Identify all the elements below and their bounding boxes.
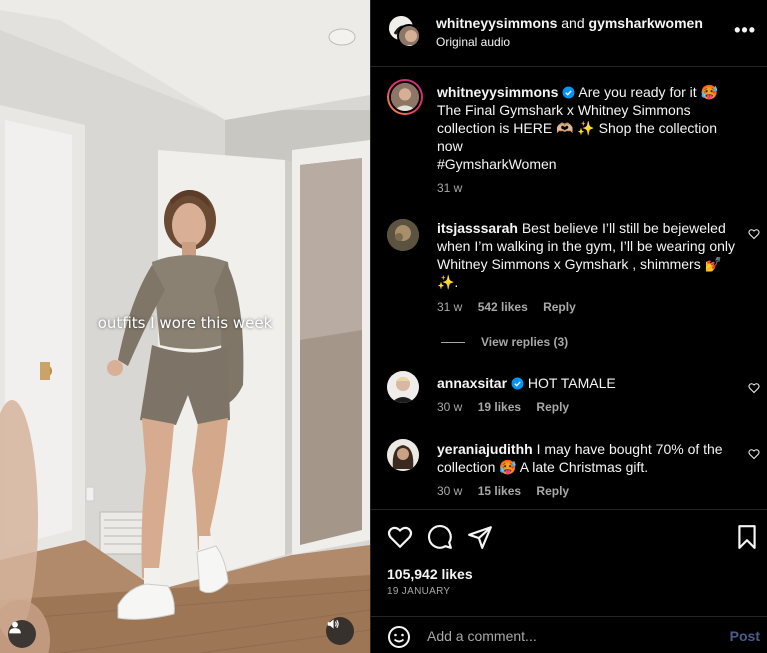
author-link[interactable]: whitneyysimmons <box>436 15 557 31</box>
comment-likes[interactable]: 542 likes <box>478 300 528 314</box>
view-replies-button[interactable]: View replies (3) <box>441 335 568 349</box>
comment-username[interactable]: yeraniajudithh <box>437 441 533 457</box>
audio-link[interactable]: Original audio <box>436 35 510 49</box>
post-actions: 105,942 likes 19 JANUARY <box>371 509 767 604</box>
reply-button[interactable]: Reply <box>543 300 576 314</box>
comment-likes[interactable]: 19 likes <box>478 400 521 414</box>
verified-badge-icon <box>511 377 524 390</box>
comment-like-heart-icon[interactable] <box>748 382 760 394</box>
like-heart-icon[interactable] <box>387 524 413 550</box>
more-options-icon[interactable]: ••• <box>734 20 756 41</box>
comment-username[interactable]: annaxsitar <box>437 375 507 391</box>
post-header: whitneyysimmons and gymsharkwomen Origin… <box>371 0 767 67</box>
comment-username[interactable]: itsjasssarah <box>437 220 518 236</box>
comment-meta: 31 w 542 likes Reply <box>437 300 588 314</box>
comment-meta: 30 w 15 likes Reply <box>437 484 581 498</box>
caption-time[interactable]: 31 w <box>437 181 462 195</box>
divider-line <box>441 341 465 343</box>
comment-avatar[interactable] <box>387 439 419 471</box>
bookmark-icon[interactable] <box>734 524 760 550</box>
video-overlay-text: outfits I wore this week <box>97 314 273 332</box>
comment-time[interactable]: 30 w <box>437 484 462 498</box>
comment-text: yeraniajudithh I may have bought 70% of … <box>437 440 737 476</box>
likes-count[interactable]: 105,942 likes <box>387 566 473 582</box>
collaborator-link[interactable]: gymsharkwomen <box>589 15 703 31</box>
emoji-icon[interactable] <box>387 625 411 649</box>
comment-bubble-icon[interactable] <box>427 524 453 550</box>
caption-meta: 31 w <box>437 181 474 195</box>
speaker-icon <box>327 619 339 629</box>
reply-button[interactable]: Reply <box>536 484 569 498</box>
verified-badge-icon <box>562 86 575 99</box>
post-date[interactable]: 19 JANUARY <box>387 586 450 597</box>
caption-avatar[interactable] <box>387 79 423 115</box>
caption-text: whitneyysimmons Are you ready for it 🥵 T… <box>437 83 737 155</box>
view-replies-label: View replies (3) <box>481 335 569 349</box>
tagged-users-button[interactable] <box>8 620 36 648</box>
comment-time[interactable]: 31 w <box>437 300 462 314</box>
comment-avatar[interactable] <box>387 371 419 403</box>
comment-like-heart-icon[interactable] <box>748 448 760 460</box>
reply-button[interactable]: Reply <box>536 400 569 414</box>
add-comment-bar: Add a comment... Post <box>371 616 767 653</box>
comment-text: itsjasssarah Best believe I’ll still be … <box>437 219 737 291</box>
comment-body: HOT TAMALE <box>527 375 616 391</box>
post-comment-button[interactable]: Post <box>730 628 760 644</box>
comment-meta: 30 w 19 likes Reply <box>437 400 581 414</box>
avatar-author[interactable] <box>397 24 421 48</box>
comment-time[interactable]: 30 w <box>437 400 462 414</box>
share-send-icon[interactable] <box>467 524 493 550</box>
comment-likes[interactable]: 15 likes <box>478 484 521 498</box>
post-video[interactable]: outfits I wore this week <box>0 0 370 653</box>
comment-text: annaxsitar HOT TAMALE <box>437 374 737 392</box>
comment-like-heart-icon[interactable] <box>748 228 760 240</box>
user-icon <box>9 621 21 634</box>
header-usernames: whitneyysimmons and gymsharkwomen <box>436 15 703 31</box>
caption-username[interactable]: whitneyysimmons <box>437 84 558 100</box>
comment-input[interactable]: Add a comment... <box>427 628 537 644</box>
mute-button[interactable] <box>326 617 354 645</box>
caption-hashtag[interactable]: #GymsharkWomen <box>437 155 737 173</box>
comments-list[interactable]: whitneyysimmons Are you ready for it 🥵 T… <box>371 68 767 508</box>
and-text: and <box>561 15 585 31</box>
comment-avatar[interactable] <box>387 219 419 251</box>
post-details-panel: whitneyysimmons and gymsharkwomen Origin… <box>370 0 767 653</box>
